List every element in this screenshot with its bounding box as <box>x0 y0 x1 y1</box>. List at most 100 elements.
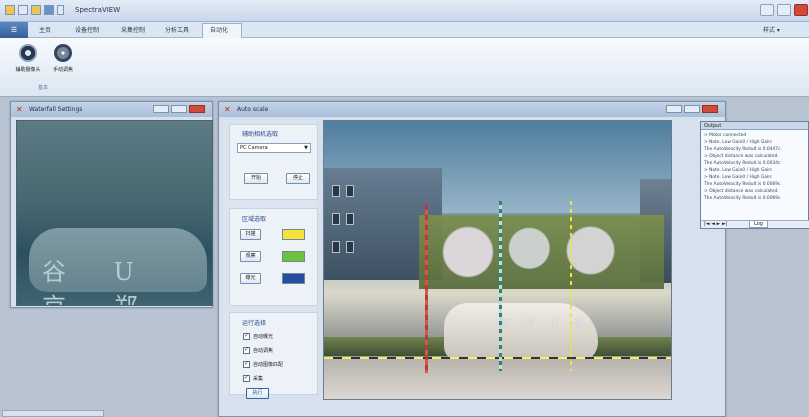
acquisition-checkbox[interactable]: 采集 <box>243 374 264 382</box>
start-button[interactable]: 开始 <box>244 173 268 184</box>
observe-region-button[interactable]: 观察 <box>240 251 261 262</box>
manual-focus-label: 手动调焦 <box>52 67 73 73</box>
waterfall-settings-title: Waterfall Settings <box>29 106 83 113</box>
red-measurement-marker <box>425 205 428 373</box>
tab-home[interactable]: 主页 <box>39 25 51 34</box>
tab-automation[interactable]: 自动化 <box>210 25 228 34</box>
auto-image-match-label: 自动图像匹配 <box>253 362 284 368</box>
road <box>324 359 671 399</box>
manual-focus-button[interactable]: 手动调焦 <box>45 44 81 82</box>
log-line: > Note. Low Gain0 / High Gain: <box>704 175 773 180</box>
auto-focus-label: 自动调焦 <box>253 348 274 354</box>
application-menu-button[interactable]: ☰ <box>0 22 28 38</box>
checked-icon <box>243 346 250 354</box>
waterfall-maximize-button[interactable] <box>171 105 187 113</box>
auto-scale-window: ✕ Auto scale 辅助相机选取 PC Camera ▼ 开始 停止 区域… <box>218 101 726 417</box>
stone-inscription: 航 済 U 谷 <box>500 318 590 329</box>
waterfall-minimize-button[interactable] <box>153 105 169 113</box>
ribbon-group-label: 基本 <box>38 85 49 91</box>
checked-icon <box>243 332 250 340</box>
window-app-icon: ✕ <box>224 105 231 114</box>
auto-image-match-checkbox[interactable]: 自动图像匹配 <box>243 360 284 368</box>
minimized-window-tab[interactable] <box>2 410 104 417</box>
focus-icon <box>54 44 72 62</box>
new-file-icon[interactable] <box>18 5 28 15</box>
waterfall-settings-title-bar[interactable]: ✕ Waterfall Settings <box>11 102 212 117</box>
open-folder-icon[interactable] <box>31 5 41 15</box>
region-selection-section: 区域选取 扫描 观察 曝光 <box>229 208 318 306</box>
auxiliary-camera-label: 辅助摄像头 <box>15 67 41 73</box>
log-line: The AutoVelocity Redult is 0.0447c <box>704 147 781 152</box>
log-navigation-buttons[interactable]: |◄ ◄ ► ►| <box>704 221 728 228</box>
acquisition-label: 采集 <box>253 376 264 382</box>
camera-icon <box>19 44 37 62</box>
auto-scale-close-button[interactable] <box>702 105 718 113</box>
tab-analysis-tools[interactable]: 分析工具 <box>165 25 189 34</box>
auto-scale-title: Auto scale <box>237 106 269 113</box>
stop-button[interactable]: 停止 <box>286 173 310 184</box>
auto-focus-checkbox[interactable]: 自动调焦 <box>243 346 274 354</box>
automation-ribbon: 辅助摄像头 手动调焦 基本 <box>0 38 809 97</box>
log-line: The AutoVelocity Redult is 0.0069c <box>704 196 781 201</box>
log-line: > Object distance was calculated. <box>704 154 779 159</box>
observe-color-swatch[interactable] <box>282 251 305 262</box>
auto-scale-title-bar[interactable]: ✕ Auto scale <box>219 102 725 117</box>
close-window-button[interactable] <box>794 4 808 16</box>
exposure-region-button[interactable]: 曝光 <box>240 273 261 284</box>
yellow-measurement-line <box>570 201 572 371</box>
inscribed-stone <box>444 303 598 362</box>
camera-selection-section: 辅助相机选取 PC Camera ▼ 开始 停止 <box>229 124 318 200</box>
quick-access-dropdown-icon[interactable] <box>57 5 64 15</box>
output-title: Output <box>701 122 808 130</box>
auto-scale-maximize-button[interactable] <box>684 105 700 113</box>
waterfall-close-button[interactable] <box>189 105 205 113</box>
log-line: > Object distance was calculated. <box>704 189 779 194</box>
checked-icon <box>243 374 250 382</box>
camera-select[interactable]: PC Camera ▼ <box>237 143 311 153</box>
style-menu[interactable]: 样式 ▾ <box>763 25 780 34</box>
blossoming-trees <box>419 215 664 289</box>
log-line: > Note. Low Gain0 / High Gain: <box>704 168 773 173</box>
exposure-color-swatch[interactable] <box>282 273 305 284</box>
auto-scale-control-panel: 辅助相机选取 PC Camera ▼ 开始 停止 区域选取 扫描 观察 曝光 运… <box>224 120 318 399</box>
tab-device-control[interactable]: 设备控制 <box>75 25 99 34</box>
waterfall-camera-view: 谷 U 京 郑 <box>16 120 213 306</box>
restore-window-button[interactable] <box>777 4 791 16</box>
execute-button[interactable]: 执行 <box>246 388 269 399</box>
auto-scale-minimize-button[interactable] <box>666 105 682 113</box>
building-window <box>332 213 340 225</box>
log-line: The AutoVelocity Redult is 0.0069c <box>704 182 781 187</box>
teal-measurement-ruler <box>499 201 502 371</box>
building-window <box>346 241 354 253</box>
scan-color-swatch[interactable] <box>282 229 305 240</box>
rock-inscription: 谷 U 京 郑 <box>42 258 154 305</box>
chevron-down-icon: ▼ <box>304 145 308 151</box>
building-window <box>346 185 354 197</box>
log-line: > Motor connected <box>704 133 747 138</box>
application-title: SpectraVIEW <box>75 6 121 14</box>
document-workspace: ✕ Waterfall Settings 谷 U 京 郑 ✕ Auto scal… <box>0 97 809 417</box>
run-options-section: 运行选择 自动曝光 自动调焦 自动图像匹配 采集 执行 <box>229 312 318 399</box>
auxiliary-camera-button[interactable]: 辅助摄像头 <box>10 44 46 82</box>
output-navigation-bar: |◄ ◄ ► ►| Log <box>701 220 809 228</box>
log-line: The AutoVelocity Redult is 0.0034c <box>704 161 781 166</box>
auto-exposure-checkbox[interactable]: 自动曝光 <box>243 332 274 340</box>
ribbon-tab-strip: ☰ 主页 设备控制 采集控制 分析工具 自动化 样式 ▾ <box>0 22 809 38</box>
save-icon[interactable] <box>44 5 54 15</box>
building-window <box>346 213 354 225</box>
application-title-bar: SpectraVIEW <box>0 0 809 22</box>
region-selection-title: 区域选取 <box>242 216 267 223</box>
run-options-title: 运行选择 <box>242 320 267 327</box>
scan-region-button[interactable]: 扫描 <box>240 229 261 240</box>
building-window <box>332 241 340 253</box>
output-panel: Output > Motor connected > Note. Low Gai… <box>700 121 809 229</box>
log-tab[interactable]: Log <box>749 220 768 228</box>
tab-acquisition-control[interactable]: 采集控制 <box>121 25 145 34</box>
camera-selection-title: 辅助相机选取 <box>242 131 279 138</box>
waterfall-settings-window: ✕ Waterfall Settings 谷 U 京 郑 <box>10 101 213 308</box>
camera-scene-view[interactable]: 航 済 U 谷 <box>323 120 672 400</box>
auto-exposure-label: 自动曝光 <box>253 334 274 340</box>
app-icon <box>5 5 15 15</box>
checked-icon <box>243 360 250 368</box>
minimize-window-button[interactable] <box>760 4 774 16</box>
